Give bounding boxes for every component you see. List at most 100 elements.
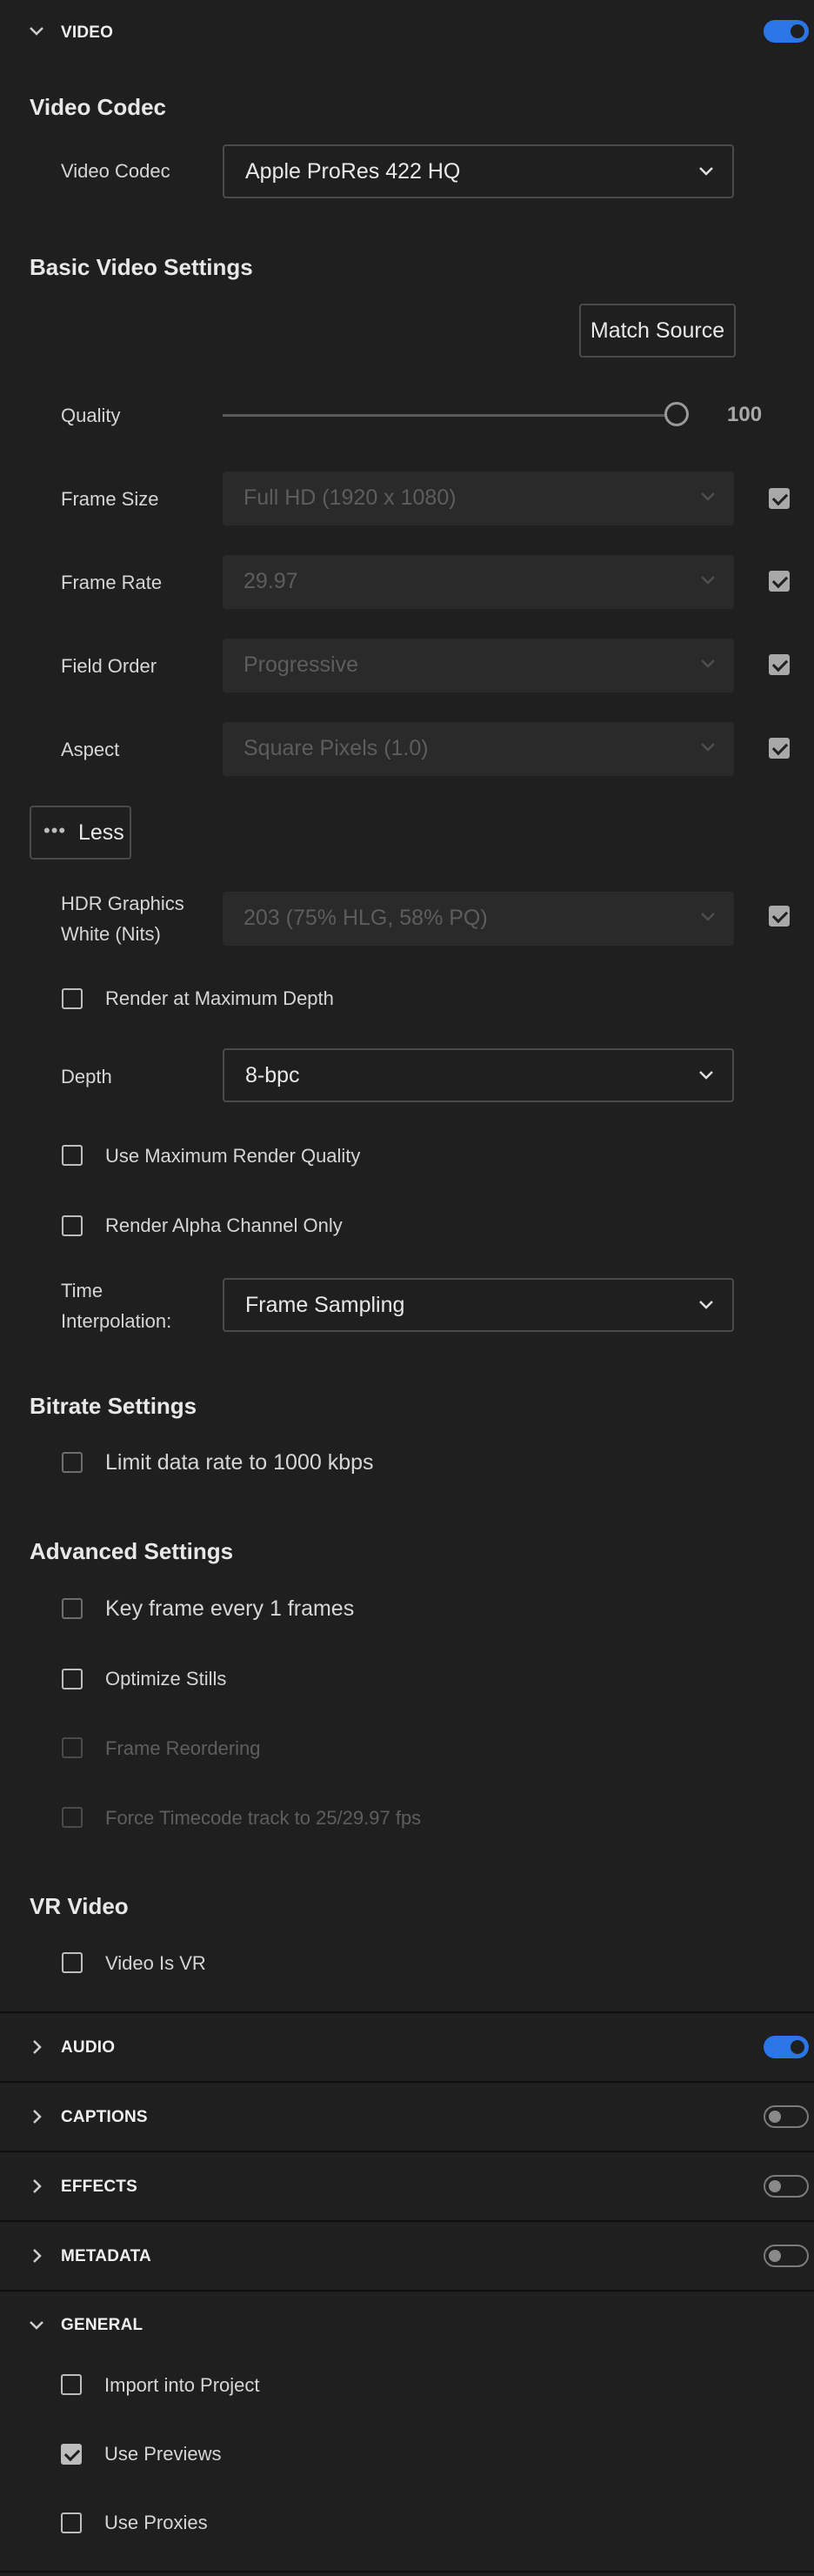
limit-data-rate-checkbox[interactable] [62,1452,83,1473]
time-interpolation-label-line1: Time [61,1280,103,1301]
frame-size-match-checkbox[interactable] [769,488,790,509]
quality-slider-handle[interactable] [664,402,689,426]
video-codec-group-title: Video Codec [30,94,167,120]
chevron-down-icon [696,161,717,182]
use-proxies-label: Use Proxies [104,2512,208,2533]
effects-enable-toggle[interactable] [764,2175,809,2198]
video-codec-value: Apple ProRes 422 HQ [245,159,461,184]
audio-section-title: AUDIO [61,2038,116,2057]
chevron-down-icon [697,653,718,674]
import-into-project-label: Import into Project [104,2374,260,2396]
frame-reordering-label: Frame Reordering [105,1737,261,1759]
aspect-label: Aspect [61,739,120,760]
video-is-vr-label: Video Is VR [105,1952,206,1974]
captions-section-header[interactable]: CAPTIONS [0,2083,814,2152]
force-timecode-label: Force Timecode track to 25/29.97 fps [105,1807,422,1829]
use-previews-checkbox[interactable] [61,2444,82,2465]
captions-section-title: CAPTIONS [61,2108,148,2126]
chevron-down-icon [697,907,718,927]
chevron-down-icon [697,486,718,507]
depth-label: Depth [61,1066,112,1087]
alpha-only-checkbox[interactable] [62,1215,83,1236]
time-interpolation-value: Frame Sampling [245,1293,405,1317]
chevron-down-icon[interactable] [26,2315,47,2336]
effects-section-title: EFFECTS [61,2178,137,2196]
advanced-settings-title: Advanced Settings [30,1538,234,1564]
video-section-header[interactable]: VIDEO [0,0,814,70]
less-button[interactable]: ••• Less [30,806,131,860]
frame-size-select: Full HD (1920 x 1080) [223,472,734,525]
audio-section-header[interactable]: AUDIO [0,2013,814,2083]
key-frame-checkbox[interactable] [62,1598,83,1619]
match-source-button[interactable]: Match Source [579,304,736,358]
chevron-right-icon[interactable] [26,2106,47,2127]
frame-rate-value: 29.97 [244,569,298,593]
time-interpolation-label-line2: Interpolation: [61,1310,172,1332]
hdr-graphics-match-checkbox[interactable] [769,906,790,927]
frame-rate-match-checkbox[interactable] [769,571,790,592]
bitrate-settings-title: Bitrate Settings [30,1393,197,1419]
limit-data-rate-label: Limit data rate to 1000 kbps [105,1450,374,1475]
less-button-label: Less [78,820,124,845]
hdr-graphics-label-line1: HDR Graphics [61,893,184,914]
vr-video-title: VR Video [30,1893,129,1919]
max-render-quality-checkbox[interactable] [62,1145,83,1166]
chevron-down-icon [696,1065,717,1086]
metadata-section-title: METADATA [61,2247,151,2265]
force-timecode-checkbox [62,1807,83,1828]
general-section-header[interactable]: GENERAL [0,2292,814,2361]
render-max-depth-checkbox[interactable] [62,988,83,1009]
chevron-down-icon [696,1295,717,1315]
key-frame-label: Key frame every 1 frames [105,1596,355,1621]
field-order-select: Progressive [223,639,734,693]
quality-label: Quality [61,405,121,426]
chevron-down-icon [697,737,718,758]
chevron-right-icon[interactable] [26,2037,47,2057]
chevron-down-icon[interactable] [26,21,47,42]
video-codec-label: Video Codec [61,160,170,182]
chevron-down-icon [697,570,718,591]
aspect-value: Square Pixels (1.0) [244,736,429,760]
frame-reordering-checkbox [62,1737,83,1758]
frame-size-label: Frame Size [61,488,159,510]
video-is-vr-checkbox[interactable] [62,1952,83,1973]
hdr-graphics-white-select: 203 (75% HLG, 58% PQ) [223,892,734,946]
audio-enable-toggle[interactable] [764,2036,809,2058]
frame-rate-select: 29.97 [223,555,734,609]
depth-value: 8-bpc [245,1063,300,1087]
general-section-title: GENERAL [61,2316,143,2334]
chevron-right-icon[interactable] [26,2176,47,2197]
aspect-select: Square Pixels (1.0) [223,722,734,776]
basic-video-settings-title: Basic Video Settings [30,254,253,280]
field-order-label: Field Order [61,655,157,677]
quality-slider-track[interactable] [223,414,678,417]
video-enable-toggle[interactable] [764,20,809,43]
quality-value: 100 [727,403,763,426]
optimize-stills-label: Optimize Stills [105,1668,227,1689]
alpha-only-label: Render Alpha Channel Only [105,1214,343,1236]
effects-section-header[interactable]: EFFECTS [0,2152,814,2222]
aspect-match-checkbox[interactable] [769,738,790,759]
more-dots-icon: ••• [43,820,67,841]
field-order-value: Progressive [244,652,358,677]
chevron-right-icon[interactable] [26,2245,47,2266]
import-into-project-checkbox[interactable] [61,2374,82,2395]
hdr-graphics-white-value: 203 (75% HLG, 58% PQ) [244,906,488,930]
field-order-match-checkbox[interactable] [769,654,790,675]
video-section-title: VIDEO [61,23,114,42]
time-interpolation-select[interactable]: Frame Sampling [223,1278,734,1332]
use-previews-label: Use Previews [104,2443,222,2465]
captions-enable-toggle[interactable] [764,2105,809,2128]
render-max-depth-label: Render at Maximum Depth [105,987,334,1009]
use-proxies-checkbox[interactable] [61,2512,82,2533]
frame-size-value: Full HD (1920 x 1080) [244,485,457,510]
max-render-quality-label: Use Maximum Render Quality [105,1145,361,1167]
metadata-section-header[interactable]: METADATA [0,2222,814,2292]
depth-select[interactable]: 8-bpc [223,1048,734,1102]
hdr-graphics-label-line2: White (Nits) [61,923,161,945]
metadata-enable-toggle[interactable] [764,2245,809,2267]
section-divider [0,2571,814,2573]
optimize-stills-checkbox[interactable] [62,1669,83,1689]
frame-rate-label: Frame Rate [61,572,163,593]
video-codec-select[interactable]: Apple ProRes 422 HQ [223,144,734,198]
